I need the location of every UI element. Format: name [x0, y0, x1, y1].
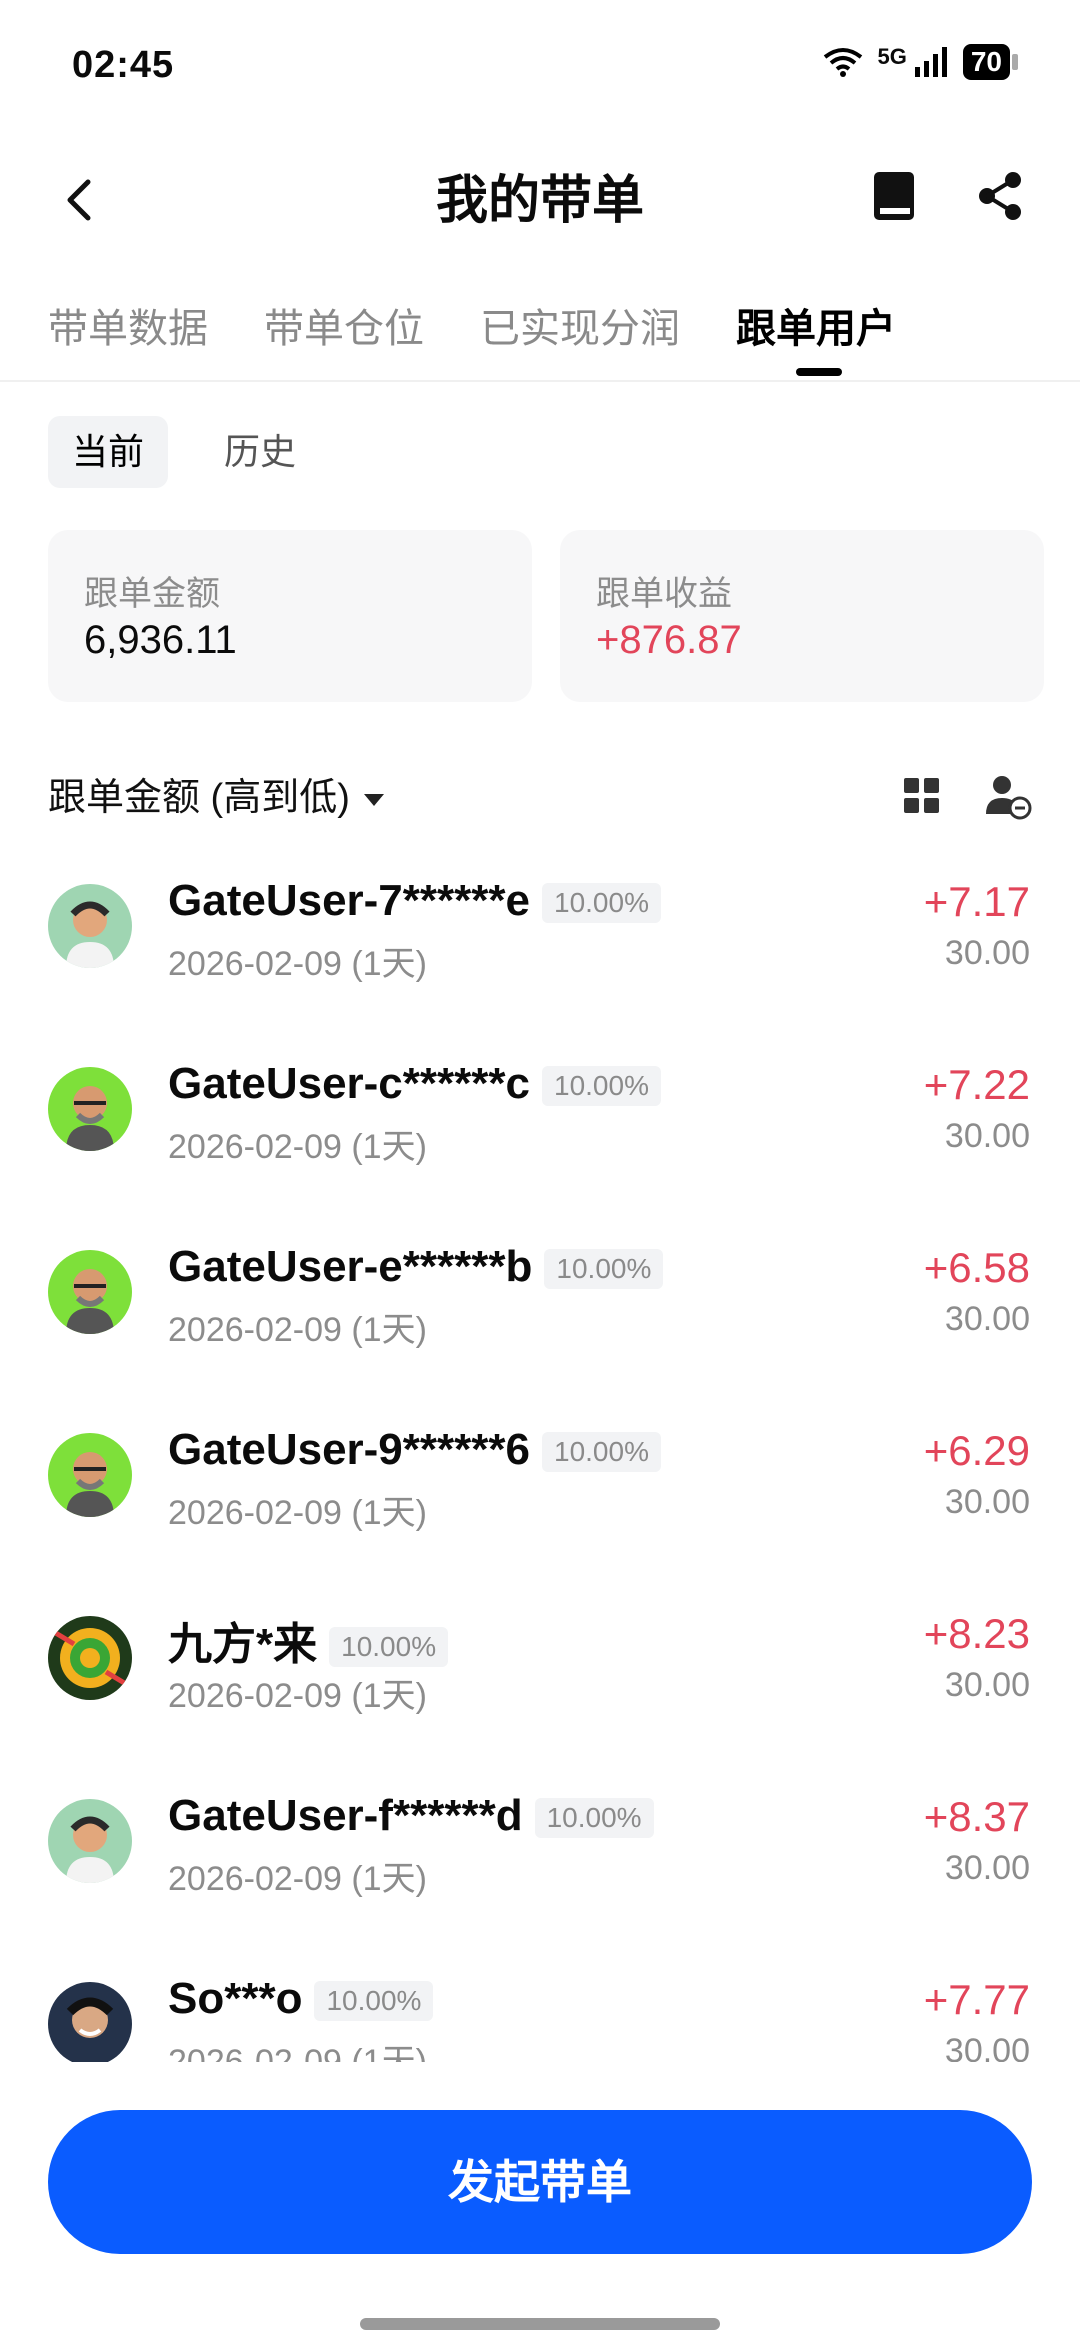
grid-view-icon[interactable] — [896, 770, 948, 822]
follower-row[interactable]: GateUser-c******c 10.00% 2026-02-09 (1天) … — [0, 1045, 1080, 1228]
home-indicator[interactable] — [360, 2318, 720, 2330]
status-time: 02:45 — [72, 44, 175, 86]
follower-row[interactable]: GateUser-7******e 10.00% 2026-02-09 (1天) … — [0, 862, 1080, 1045]
follower-name-block: GateUser-c******c 10.00% — [168, 1059, 661, 1109]
follower-amount: 30.00 — [944, 934, 1030, 972]
follow-date: 2026-02-09 (1天) — [168, 1494, 427, 1532]
remove-user-icon[interactable] — [982, 770, 1034, 822]
follower-profit: +6.29 — [923, 1427, 1030, 1474]
tab-copy-data[interactable]: 带单数据 — [48, 296, 208, 354]
network-label: 5G — [877, 44, 907, 69]
copy-amount-value: 6,936.11 — [84, 618, 237, 662]
follow-date: 2026-02-09 (1天) — [168, 1677, 427, 1715]
follower-name-block: GateUser-e******b 10.00% — [168, 1242, 664, 1292]
wifi-icon — [824, 48, 863, 77]
profit-share-badge: 10.00% — [542, 1066, 661, 1107]
follower-name: GateUser-e******b — [168, 1242, 533, 1291]
battery-icon: 70 — [962, 44, 1019, 80]
top-navigation: 我的带单 — [0, 140, 1080, 260]
follower-amount: 30.00 — [944, 2032, 1030, 2062]
follower-amount: 30.00 — [944, 1666, 1030, 1704]
status-bar: 02:45 5G 70 — [0, 0, 1080, 140]
avatar — [48, 1067, 132, 1151]
share-icon — [979, 172, 1021, 220]
follower-amount: 30.00 — [944, 1483, 1030, 1521]
follower-profit: +6.58 — [923, 1244, 1030, 1291]
follower-profit: +7.77 — [923, 1976, 1030, 2023]
profit-share-badge: 10.00% — [542, 883, 661, 924]
tab-realized-profit[interactable]: 已实现分润 — [480, 296, 680, 354]
follow-date: 2026-02-09 (1天) — [168, 1860, 427, 1898]
follower-name-block: GateUser-7******e 10.00% — [168, 876, 661, 926]
avatar — [48, 1433, 132, 1517]
guide-button[interactable] — [862, 164, 926, 228]
follower-profit: +8.23 — [923, 1610, 1030, 1657]
tab-copy-positions[interactable]: 带单仓位 — [264, 296, 424, 354]
follower-profit: +7.17 — [923, 878, 1030, 925]
avatar — [48, 1250, 132, 1334]
profit-share-badge: 10.00% — [544, 1249, 664, 1290]
avatar — [48, 1616, 132, 1700]
follower-row[interactable]: So***o 10.00% 2026-02-09 (1天) +7.77 30.00 — [0, 1960, 1080, 2062]
follower-name-block: So***o 10.00% — [168, 1974, 434, 2024]
avatar — [48, 884, 132, 968]
follow-date: 2026-02-09 (1天) — [168, 2043, 427, 2062]
segment-current[interactable]: 当前 — [48, 416, 169, 488]
sort-dropdown[interactable]: 跟单金额 (高到低) — [48, 766, 384, 821]
active-tab-indicator — [796, 368, 842, 376]
copy-amount-card: 跟单金额 6,936.11 — [48, 530, 532, 702]
follower-name-block: GateUser-f******d 10.00% — [168, 1791, 654, 1841]
tab-followers[interactable]: 跟单用户 — [736, 296, 896, 354]
tab-bar: 带单数据 带单仓位 已实现分润 跟单用户 — [0, 280, 1080, 382]
follower-profit: +8.37 — [923, 1793, 1030, 1840]
follower-amount: 30.00 — [944, 1117, 1030, 1155]
follower-name: GateUser-9******6 — [168, 1425, 530, 1474]
caret-down-icon — [363, 793, 384, 806]
copy-amount-label: 跟单金额 — [84, 575, 220, 613]
copy-profit-label: 跟单收益 — [596, 575, 732, 613]
profit-share-badge: 10.00% — [329, 1627, 449, 1668]
follower-name-block: 九方*来 10.00% — [168, 1608, 449, 1672]
follower-row[interactable]: 九方*来 10.00% 2026-02-09 (1天) +8.23 30.00 — [0, 1594, 1080, 1777]
profit-share-badge: 10.00% — [534, 1798, 654, 1839]
avatar — [48, 1799, 132, 1883]
follower-row[interactable]: GateUser-f******d 10.00% 2026-02-09 (1天) … — [0, 1777, 1080, 1960]
book-icon — [874, 172, 914, 220]
profit-share-badge: 10.00% — [314, 1981, 434, 2022]
segment-history[interactable]: 历史 — [200, 416, 320, 488]
follow-date: 2026-02-09 (1天) — [168, 1311, 427, 1349]
sort-label: 跟单金额 (高到低) — [48, 777, 350, 819]
status-icons: 5G 70 — [823, 44, 1019, 80]
start-copy-trading-button[interactable]: 发起带单 — [48, 2110, 1032, 2254]
follower-row[interactable]: GateUser-e******b 10.00% 2026-02-09 (1天) … — [0, 1228, 1080, 1411]
profit-share-badge: 10.00% — [542, 1432, 661, 1473]
follow-date: 2026-02-09 (1天) — [168, 1128, 427, 1166]
follower-name-block: GateUser-9******6 10.00% — [168, 1425, 661, 1475]
follower-name: 九方*来 — [168, 1620, 318, 1669]
follower-amount: 30.00 — [944, 1300, 1030, 1338]
follower-name: GateUser-7******e — [168, 876, 530, 925]
signal-icon — [914, 47, 947, 77]
share-button[interactable] — [968, 164, 1032, 228]
avatar — [48, 1982, 132, 2062]
follower-name: So***o — [168, 1974, 303, 2023]
copy-profit-card: 跟单收益 +876.87 — [560, 530, 1044, 702]
follower-name: GateUser-c******c — [168, 1059, 530, 1108]
follower-amount: 30.00 — [944, 1849, 1030, 1887]
follow-date: 2026-02-09 (1天) — [168, 945, 427, 983]
copy-profit-value: +876.87 — [596, 618, 742, 662]
follower-profit: +7.22 — [923, 1061, 1030, 1108]
follower-name: GateUser-f******d — [168, 1791, 523, 1840]
follower-list: GateUser-7******e 10.00% 2026-02-09 (1天) … — [0, 862, 1080, 2062]
follower-row[interactable]: GateUser-9******6 10.00% 2026-02-09 (1天) … — [0, 1411, 1080, 1594]
